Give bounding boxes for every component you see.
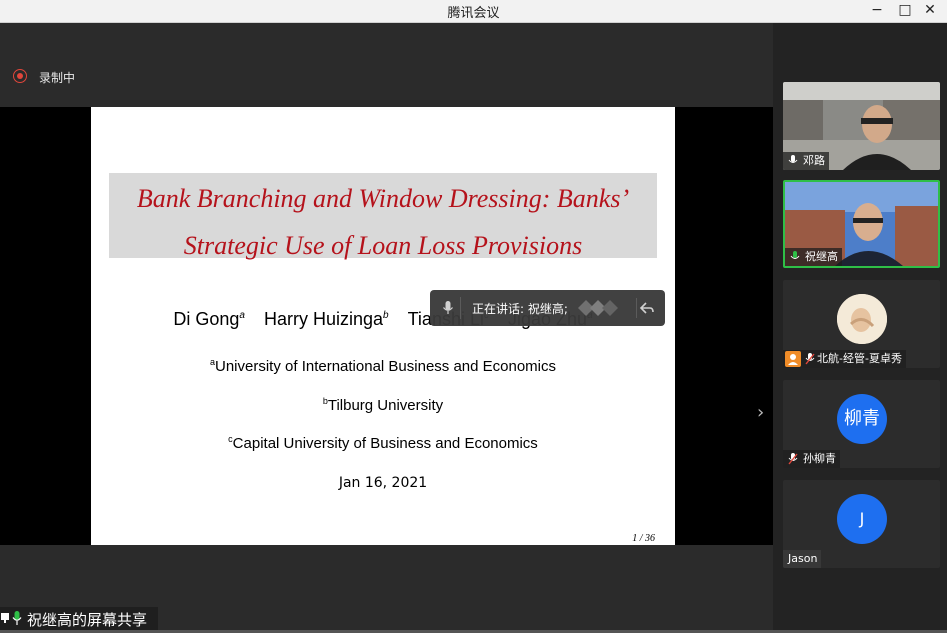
presentation-slide: Bank Branching and Window Dressing: Bank… bbox=[91, 107, 675, 545]
back-arrow-icon bbox=[639, 302, 654, 314]
microphone-muted-icon bbox=[805, 353, 815, 365]
screen-share-label: 祝继高的屏幕共享 bbox=[0, 607, 158, 630]
slide-page-number: 1 / 36 bbox=[632, 533, 655, 544]
participant-name: 祝继高 bbox=[805, 250, 838, 263]
participant-name: Jason bbox=[788, 552, 818, 565]
participant-panel: 邓路 祝继高 北航-经管-夏卓秀 柳青 孙柳青 J Jason bbox=[773, 23, 947, 630]
divider bbox=[460, 297, 461, 319]
author: Harry Huizingab bbox=[263, 309, 389, 329]
close-button[interactable]: ✕ bbox=[913, 0, 947, 22]
participant-tile[interactable]: J Jason bbox=[783, 480, 940, 568]
participant-label: 北航-经管-夏卓秀 bbox=[783, 350, 906, 368]
participant-label: Jason bbox=[783, 550, 822, 568]
affiliation: aUniversity of International Business an… bbox=[209, 357, 557, 375]
slide-title-line2: Strategic Use of Loan Loss Provisions bbox=[183, 231, 583, 260]
author: Di Gonga bbox=[173, 309, 245, 329]
stage-topbar: 录制中 bbox=[0, 23, 773, 107]
participant-tile[interactable]: 柳青 孙柳青 bbox=[783, 380, 940, 468]
microphone-icon bbox=[443, 301, 453, 314]
window-titlebar: 腾讯会议 − □ ✕ bbox=[0, 0, 947, 23]
chevron-right-icon[interactable]: › bbox=[757, 402, 764, 423]
microphone-icon bbox=[12, 611, 22, 625]
avatar: J bbox=[837, 494, 887, 544]
participant-tile[interactable]: 邓路 bbox=[783, 82, 940, 170]
collapse-button[interactable] bbox=[636, 298, 659, 318]
participant-name: 北航-经管-夏卓秀 bbox=[817, 352, 902, 365]
window-title: 腾讯会议 bbox=[447, 6, 500, 21]
slide-title-line1: Bank Branching and Window Dressing: Bank… bbox=[136, 184, 630, 213]
slide-title: Bank Branching and Window Dressing: Bank… bbox=[109, 175, 657, 269]
avatar: 柳青 bbox=[837, 394, 887, 444]
microphone-muted-icon bbox=[788, 453, 798, 465]
microphone-icon bbox=[788, 155, 798, 163]
avatar-image bbox=[837, 294, 887, 344]
participant-tile-active[interactable]: 祝继高 bbox=[783, 180, 940, 268]
speaking-indicator: 正在讲话: 祝继高; bbox=[430, 290, 665, 326]
screen-share-icon bbox=[1, 613, 9, 623]
avatar bbox=[837, 294, 887, 344]
affiliation: bTilburg University bbox=[322, 396, 444, 414]
blurred-name-image bbox=[578, 300, 618, 316]
shared-screen: Bank Branching and Window Dressing: Bank… bbox=[0, 107, 773, 545]
speaking-text: 正在讲话: 祝继高; bbox=[472, 302, 568, 316]
participant-name: 孙柳青 bbox=[803, 452, 836, 465]
slide-date: Jan 16, 2021 bbox=[338, 475, 428, 491]
participant-label: 祝继高 bbox=[785, 248, 842, 266]
main-stage-area: 录制中 Bank Branching and Window Dressing: … bbox=[0, 23, 773, 630]
microphone-icon bbox=[790, 251, 800, 259]
recording-label[interactable]: 录制中 bbox=[39, 69, 75, 86]
participant-name: 邓路 bbox=[803, 154, 825, 167]
participant-tile[interactable]: 北航-经管-夏卓秀 bbox=[783, 280, 940, 368]
affiliation: cCapital University of Business and Econ… bbox=[228, 434, 538, 452]
screen-share-text: 祝继高的屏幕共享 bbox=[27, 611, 148, 629]
participant-label: 邓路 bbox=[783, 152, 829, 170]
record-icon bbox=[13, 69, 27, 83]
user-icon bbox=[785, 351, 801, 367]
participant-label: 孙柳青 bbox=[783, 450, 840, 468]
